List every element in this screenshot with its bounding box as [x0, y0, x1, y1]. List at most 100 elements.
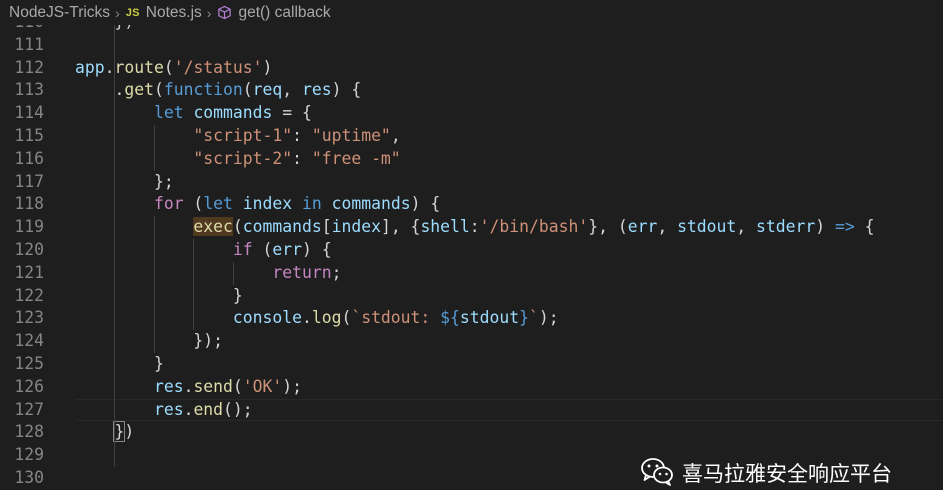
code-token: req — [252, 80, 283, 100]
watermark: 喜马拉雅安全响应平台 — [640, 457, 892, 489]
code-token: : — [292, 148, 312, 168]
line-number: 119 — [14, 217, 44, 237]
code-token: res — [153, 376, 184, 396]
code-line[interactable]: 112 app.route('/status') — [0, 57, 943, 80]
code-line[interactable]: 125 } — [0, 352, 943, 376]
code-text: }; — [75, 171, 174, 194]
chevron-right-icon: › — [206, 4, 212, 21]
code-text: "script-2": "free -m" — [75, 148, 400, 171]
code-text: } — [75, 285, 243, 308]
code-token: '/status' — [173, 57, 263, 77]
code-line[interactable]: 110 }) — [0, 25, 943, 34]
code-token: ) — [331, 80, 352, 100]
code-line[interactable]: 128 }) — [0, 421, 943, 444]
code-token: , — [736, 217, 757, 237]
code-line[interactable]: 123 console.log(`stdout: ${stdout}`); — [0, 307, 943, 331]
code-token: shell — [420, 217, 470, 237]
code-token: ( — [153, 80, 164, 100]
code-token: stderr — [756, 217, 816, 237]
breadcrumb-folder[interactable]: NodeJS-Tricks — [9, 4, 110, 22]
code-token: stdout — [459, 308, 520, 328]
code-line[interactable]: 118 for (let index in commands) { — [0, 193, 943, 217]
code-text: res.send('OK'); — [75, 376, 302, 399]
code-token: . — [183, 376, 194, 396]
code-token: log — [311, 308, 342, 328]
code-token: }) — [114, 25, 134, 31]
code-line[interactable]: 127 res.end(); — [0, 398, 943, 422]
code-token: "script-2" — [193, 148, 293, 168]
code-token: ( — [232, 217, 243, 237]
code-token: let — [203, 194, 233, 214]
code-token: . — [114, 80, 125, 100]
method-cube-icon — [217, 5, 232, 20]
chevron-right-icon: › — [115, 4, 120, 21]
code-token: , — [390, 125, 401, 145]
code-line[interactable]: 126 res.send('OK'); — [0, 375, 943, 399]
code-text: console.log(`stdout: ${stdout}`); — [75, 307, 559, 330]
code-token: { — [351, 80, 362, 100]
code-token: ( — [242, 80, 253, 100]
breadcrumb-symbol[interactable]: get() callback — [238, 4, 330, 22]
code-token: ) { — [410, 194, 441, 214]
code-token: = { — [272, 103, 312, 123]
code-token: }; — [153, 171, 174, 191]
javascript-file-icon: JS — [125, 6, 140, 19]
code-token: : — [469, 217, 480, 237]
code-token: ( — [183, 194, 204, 214]
code-line[interactable]: 111 — [0, 34, 943, 57]
code-line[interactable]: 115 "script-1": "uptime", — [0, 124, 943, 148]
code-line[interactable]: 116 "script-2": "free -m" — [0, 147, 943, 171]
line-number: 130 — [14, 467, 44, 487]
code-editor[interactable]: 110 })111112app.route('/status')113 .get… — [0, 25, 943, 490]
code-line[interactable]: 117 }; — [0, 170, 943, 194]
code-token: commands — [242, 217, 322, 237]
code-line[interactable]: 114 let commands = { — [0, 102, 943, 125]
code-token: ); — [282, 376, 303, 396]
code-line[interactable]: 119 exec(commands[index], {shell:'/bin/b… — [0, 216, 943, 239]
line-number: 110 — [0, 25, 44, 34]
line-number: 124 — [14, 331, 44, 351]
code-token: : — [292, 125, 312, 145]
code-line[interactable]: 122 } — [0, 284, 943, 308]
code-token: ( — [163, 57, 174, 77]
code-token: ) — [815, 217, 835, 237]
code-token: commands — [331, 194, 411, 214]
code-token: ( — [341, 308, 352, 328]
breadcrumb-file[interactable]: Notes.js — [146, 4, 202, 22]
code-token: "uptime" — [311, 125, 391, 145]
code-line[interactable]: 113 .get(function(req, res) { — [0, 79, 943, 102]
line-number: 118 — [14, 194, 44, 214]
code-token: res — [153, 399, 184, 419]
line-number: 122 — [14, 285, 44, 305]
indent-guide — [114, 25, 116, 467]
code-token: 'OK' — [242, 376, 283, 396]
code-token: function — [163, 80, 243, 100]
code-token: ) — [124, 422, 135, 442]
code-token: if — [232, 239, 253, 259]
code-token: , — [282, 80, 303, 100]
code-token: index — [331, 217, 381, 237]
code-token: console — [232, 308, 302, 328]
line-number: 113 — [14, 80, 44, 100]
line-number: 114 — [14, 103, 44, 123]
code-line[interactable]: 124 }); — [0, 330, 943, 353]
code-token: ( — [252, 239, 273, 259]
code-token: in — [302, 194, 322, 214]
line-number: 126 — [14, 376, 44, 396]
code-text: exec(commands[index], {shell:'/bin/bash'… — [75, 216, 875, 239]
code-line[interactable]: 120 if (err) { — [0, 238, 943, 262]
code-line[interactable]: 121 return; — [0, 261, 943, 285]
code-token: , — [657, 217, 678, 237]
line-number: 115 — [14, 125, 44, 145]
code-token: err — [272, 239, 302, 259]
code-token: exec — [193, 217, 233, 237]
